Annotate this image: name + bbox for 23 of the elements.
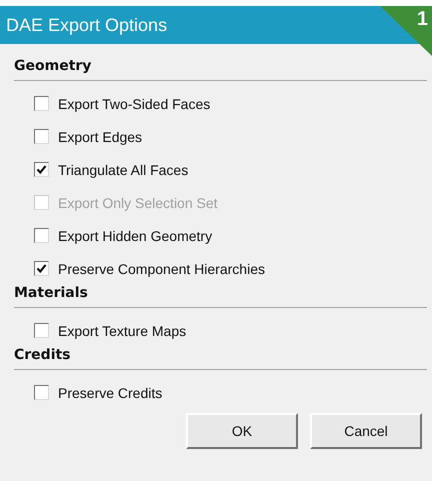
checkbox[interactable] xyxy=(34,323,49,338)
option-label: Preserve Credits xyxy=(58,384,162,400)
checkbox[interactable] xyxy=(34,129,49,144)
badge-number: 1 xyxy=(416,8,428,31)
option-label: Export Only Selection Set xyxy=(58,194,218,210)
option-label: Export Texture Maps xyxy=(58,322,186,338)
window-title: DAE Export Options xyxy=(6,14,168,36)
option-label: Preserve Component Hierarchies xyxy=(58,260,265,276)
checkbox[interactable] xyxy=(34,96,49,111)
option-label: Export Hidden Geometry xyxy=(58,228,212,244)
checkbox[interactable] xyxy=(34,385,49,400)
section-title: Geometry xyxy=(14,58,92,74)
section-title: Materials xyxy=(14,285,88,301)
ok-button[interactable]: OK xyxy=(186,413,298,449)
option-label: Triangulate All Faces xyxy=(58,162,188,178)
option-label: Export Two-Sided Faces xyxy=(58,96,210,112)
checkbox[interactable] xyxy=(34,228,49,243)
section-title: Credits xyxy=(14,347,71,363)
checkbox[interactable] xyxy=(34,261,49,276)
option-label: Export Edges xyxy=(58,128,142,144)
checkbox[interactable] xyxy=(34,162,49,177)
corner-badge xyxy=(380,6,432,56)
cancel-button[interactable]: Cancel xyxy=(310,413,422,449)
